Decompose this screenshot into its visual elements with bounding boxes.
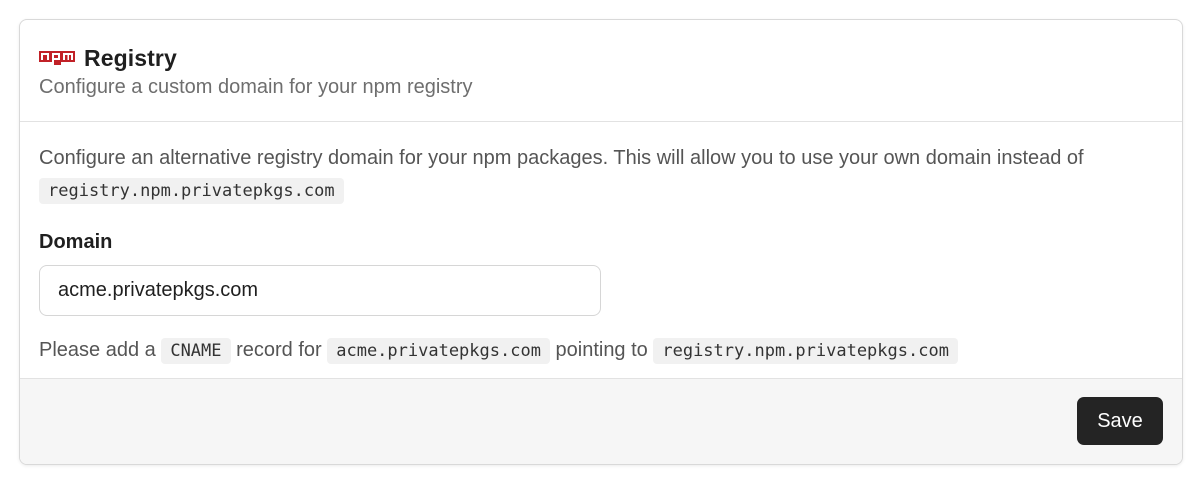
npm-logo-icon [39,51,75,65]
target-registry-code: registry.npm.privatepkgs.com [653,338,958,364]
hint-text: pointing to [555,339,648,361]
save-button[interactable]: Save [1077,397,1163,445]
hint-text: Please add a [39,339,156,361]
card-header: Registry Configure a custom domain for y… [20,20,1182,122]
domain-label: Domain [39,231,113,253]
default-registry-code: registry.npm.privatepkgs.com [39,178,344,204]
title-row: Registry [39,42,1163,74]
card-footer: Save [20,378,1182,464]
custom-domain-code: acme.privatepkgs.com [327,338,550,364]
card-subtitle: Configure a custom domain for your npm r… [39,76,473,98]
card-body: Configure an alternative registry domain… [20,122,1182,378]
card-title: Registry [84,44,177,71]
intro-text: Configure an alternative registry domain… [39,142,1149,207]
cname-hint: Please add a CNAME record for acme.priva… [39,335,1163,366]
cname-code: CNAME [161,338,231,364]
intro-text-label: Configure an alternative registry domain… [39,147,1084,169]
hint-text: record for [236,339,322,361]
registry-card: Registry Configure a custom domain for y… [19,19,1183,465]
domain-input[interactable] [39,265,601,316]
